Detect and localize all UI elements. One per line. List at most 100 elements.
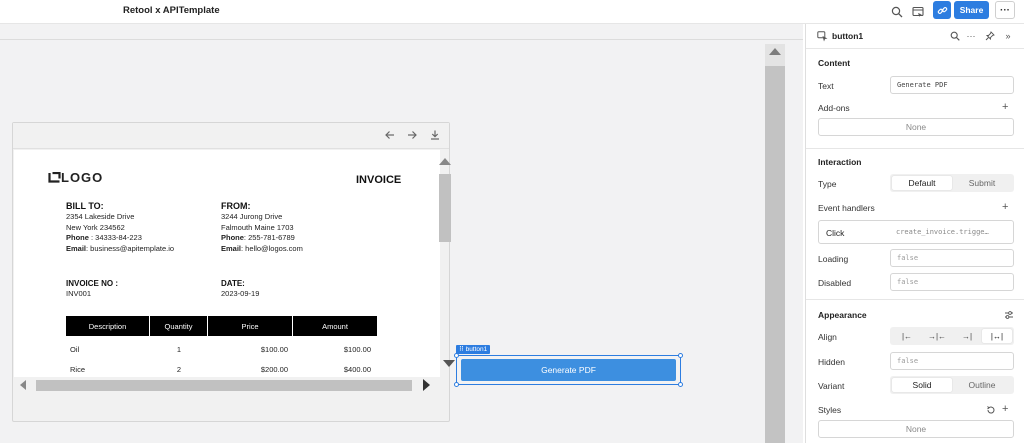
inspector-panel: button1 ··· » Content Text Generate PDF … <box>805 24 1024 443</box>
type-option-default[interactable]: Default <box>892 176 952 190</box>
table-cell: Oil <box>70 344 80 354</box>
table-cell: $100.00 <box>343 344 371 354</box>
resize-handle[interactable] <box>678 382 683 387</box>
resize-handle[interactable] <box>454 353 459 358</box>
column-header: Quantity <box>150 316 208 336</box>
table-cell: $400.00 <box>343 364 371 374</box>
variant-option-outline[interactable]: Outline <box>952 378 1012 392</box>
table-row: Rice 2 $200.00 $400.00 <box>66 359 377 377</box>
invoice-heading: INVOICE <box>356 174 402 186</box>
from-phone: Phone: 255-781-6789 <box>221 233 295 242</box>
app-title: Retool x APITemplate <box>123 5 220 16</box>
divider <box>806 48 1024 49</box>
logo-text: LOGO <box>61 170 104 185</box>
pdf-hscroll-thumb[interactable] <box>36 380 412 391</box>
disabled-input[interactable]: false <box>890 273 1014 291</box>
pdf-scroll-thumb[interactable] <box>439 174 451 242</box>
align-stretch-option[interactable]: |↔| <box>982 329 1012 343</box>
styles-label: Styles <box>818 405 842 415</box>
event-handler-row[interactable]: Click create_invoice.trigge… <box>818 220 1014 244</box>
column-header: Description <box>66 316 150 336</box>
align-center-option[interactable]: →|← <box>922 329 952 343</box>
pin-icon[interactable] <box>983 29 997 43</box>
arrow-right-icon[interactable] <box>404 127 420 143</box>
preview-icon[interactable] <box>909 3 927 21</box>
download-icon[interactable] <box>427 127 443 143</box>
from-line1: 3244 Jurong Drive <box>221 212 283 221</box>
pdf-page: LOGO INVOICE BILL TO: 2354 Lakeside Driv… <box>14 150 440 377</box>
canvas-scrollbar[interactable] <box>765 44 785 443</box>
addons-box[interactable]: None <box>818 118 1014 136</box>
table-row: Oil 1 $100.00 $100.00 <box>66 339 377 359</box>
type-label: Type <box>818 179 837 189</box>
reset-icon[interactable] <box>984 403 998 417</box>
invoice-table: Description Quantity Price Amount Oil 1 … <box>66 316 377 377</box>
resize-handle[interactable] <box>678 353 683 358</box>
from-title: FROM: <box>221 201 251 211</box>
column-header: Price <box>208 316 293 336</box>
sliders-icon[interactable] <box>1002 308 1016 322</box>
hidden-input[interactable]: false <box>890 352 1014 370</box>
top-bar: Retool x APITemplate Share ··· <box>0 0 1024 24</box>
loading-input[interactable]: false <box>890 249 1014 267</box>
section-appearance-title: Appearance <box>818 310 867 320</box>
styles-box[interactable]: None <box>818 420 1014 438</box>
share-button[interactable]: Share <box>954 1 989 19</box>
logo-mark-icon <box>48 171 61 183</box>
type-segmented-control[interactable]: Default Submit <box>890 174 1014 192</box>
section-content-title: Content <box>818 58 851 68</box>
pdf-vertical-scrollbar[interactable] <box>439 150 455 377</box>
scroll-up-icon[interactable] <box>769 48 781 55</box>
ellipsis-icon[interactable]: ··· <box>964 29 978 43</box>
bill-to-block: BILL TO: 2354 Lakeside Drive New York 23… <box>66 201 174 254</box>
collapse-panel-icon[interactable]: » <box>1001 29 1015 43</box>
canvas: LOGO INVOICE BILL TO: 2354 Lakeside Driv… <box>0 24 803 443</box>
canvas-divider <box>0 39 803 40</box>
component-name[interactable]: button1 <box>832 31 863 41</box>
section-interaction-title: Interaction <box>818 157 862 167</box>
column-header: Amount <box>322 321 348 331</box>
resize-handle[interactable] <box>454 382 459 387</box>
date-block: DATE: 2023-09-19 <box>221 278 259 300</box>
variant-option-solid[interactable]: Solid <box>892 378 952 392</box>
align-right-option[interactable]: →| <box>952 329 982 343</box>
text-input[interactable]: Generate PDF <box>890 76 1014 94</box>
logo: LOGO <box>48 170 103 185</box>
generate-pdf-button[interactable]: Generate PDF <box>461 359 676 381</box>
add-event-handler-icon[interactable]: + <box>1002 201 1008 213</box>
scroll-down-icon[interactable] <box>443 360 455 367</box>
event-action: create_invoice.trigge… <box>896 228 989 236</box>
table-cell: 1 <box>176 344 182 354</box>
search-icon[interactable] <box>948 29 962 43</box>
more-menu-button[interactable]: ··· <box>995 1 1015 19</box>
scroll-right-icon[interactable] <box>423 379 430 391</box>
bill-to-phone: Phone : 34333-84-223 <box>66 233 142 242</box>
invoice-no-block: INVOICE NO : INV001 <box>66 278 118 300</box>
table-cell: Rice <box>70 364 86 374</box>
component-name-tag[interactable]: ⠿ button1 <box>456 345 491 354</box>
invoice-no-value: INV001 <box>66 289 92 298</box>
scroll-up-icon[interactable] <box>439 158 451 165</box>
loading-label: Loading <box>818 254 849 264</box>
add-addon-icon[interactable]: + <box>1002 101 1008 113</box>
align-left-option[interactable]: |← <box>892 329 922 343</box>
scroll-left-icon[interactable] <box>20 380 26 390</box>
search-icon[interactable] <box>888 3 906 21</box>
align-label: Align <box>818 332 837 342</box>
canvas-scroll-thumb[interactable] <box>765 66 785 443</box>
from-line2: Falmouth Maine 1703 <box>221 222 294 232</box>
link-button[interactable] <box>933 1 951 19</box>
invoice-no-title: INVOICE NO : <box>66 279 119 288</box>
table-header: Description Quantity Price Amount <box>66 316 377 336</box>
link-icon <box>937 6 947 14</box>
addons-label: Add-ons <box>818 103 850 113</box>
type-option-submit[interactable]: Submit <box>952 176 1012 190</box>
divider <box>806 299 1024 300</box>
date-title: DATE: <box>221 279 245 288</box>
align-segmented-control[interactable]: |← →|← →| |↔| <box>890 327 1014 345</box>
pdf-horizontal-scrollbar[interactable] <box>14 377 440 393</box>
add-style-icon[interactable]: + <box>1002 403 1008 415</box>
bill-to-title: BILL TO: <box>66 201 104 211</box>
variant-segmented-control[interactable]: Solid Outline <box>890 376 1014 394</box>
arrow-left-icon[interactable] <box>382 127 398 143</box>
